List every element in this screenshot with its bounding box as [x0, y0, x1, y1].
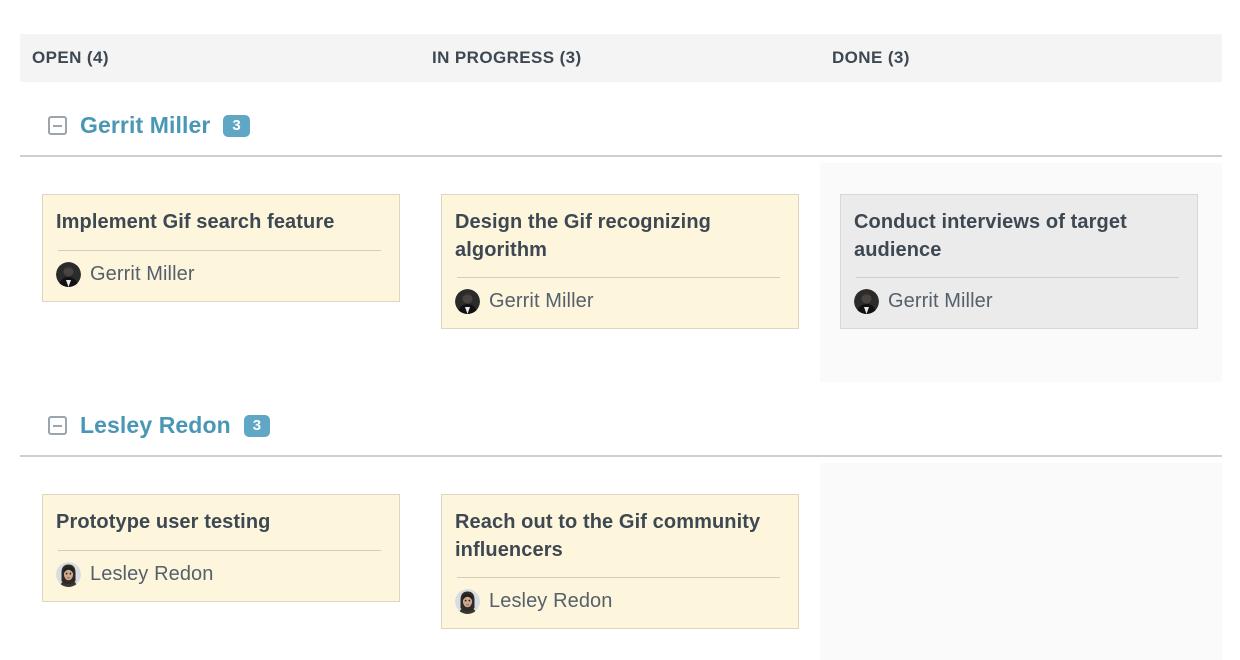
gerrit-miller-avatar: [854, 289, 879, 315]
task-card-assignee-name: Lesley Redon: [90, 562, 214, 585]
minus-square-icon[interactable]: [48, 116, 67, 135]
column-header-row: OPEN (4) IN PROGRESS (3) DONE (3): [20, 34, 1222, 82]
swimlane-header-lesley-redon[interactable]: Lesley Redon 3: [48, 412, 271, 439]
task-card-title: Reach out to the Gif community influence…: [455, 511, 761, 561]
task-card-divider: [58, 249, 381, 251]
task-card-divider: [58, 549, 381, 551]
task-card-assignee[interactable]: Lesley Redon: [455, 589, 782, 615]
task-card-assignee-name: Gerrit Miller: [90, 262, 195, 285]
gerrit-miller-avatar: [56, 261, 81, 287]
column-header-in-progress[interactable]: IN PROGRESS (3): [420, 34, 820, 82]
task-card-assignee[interactable]: Gerrit Miller: [56, 261, 383, 287]
task-card[interactable]: Prototype user testing Lesley Redon: [42, 494, 400, 602]
column-header-open-label: OPEN (4): [32, 48, 109, 67]
minus-square-icon[interactable]: [48, 416, 67, 435]
task-card-title: Conduct interviews of target audience: [854, 211, 1127, 261]
task-card-assignee[interactable]: Gerrit Miller: [854, 289, 1181, 315]
task-card-assignee-name: Lesley Redon: [489, 590, 613, 613]
task-card-assignee[interactable]: Lesley Redon: [56, 561, 383, 587]
task-card-divider: [457, 277, 780, 279]
lesley-redon-avatar: [56, 561, 81, 587]
swimlane-divider-2: [20, 455, 1222, 457]
swimlane-header-gerrit-miller[interactable]: Gerrit Miller 3: [48, 112, 250, 139]
task-card-title: Prototype user testing: [56, 511, 271, 533]
task-card-assignee[interactable]: Gerrit Miller: [455, 289, 782, 315]
task-card-divider: [856, 277, 1179, 279]
task-card[interactable]: Implement Gif search feature Gerrit Mill…: [42, 194, 400, 302]
swimlane-divider-1: [20, 155, 1222, 157]
task-card[interactable]: Design the Gif recognizing algorithm Ger…: [441, 194, 799, 330]
lesley-redon-avatar: [455, 589, 480, 615]
task-card[interactable]: Conduct interviews of target audience Ge…: [840, 194, 1198, 330]
column-header-done-label: DONE (3): [832, 48, 910, 67]
task-card-assignee-name: Gerrit Miller: [489, 290, 594, 313]
swimlane-count-badge: 3: [243, 414, 271, 437]
swimlane-name: Lesley Redon: [80, 412, 231, 438]
task-card[interactable]: Reach out to the Gif community influence…: [441, 494, 799, 630]
gerrit-miller-avatar: [455, 289, 480, 315]
task-card-title: Design the Gif recognizing algorithm: [455, 211, 711, 261]
column-header-in-progress-label: IN PROGRESS (3): [432, 48, 582, 67]
column-header-open[interactable]: OPEN (4): [20, 34, 420, 82]
task-card-title: Implement Gif search feature: [56, 211, 335, 233]
kanban-board: OPEN (4) IN PROGRESS (3) DONE (3) Gerrit…: [0, 0, 1240, 660]
column-header-done[interactable]: DONE (3): [820, 34, 1222, 82]
task-card-divider: [457, 577, 780, 579]
swimlane-name: Gerrit Miller: [80, 112, 211, 138]
done-column-background-lane-2: [820, 463, 1222, 660]
swimlane-count-badge: 3: [223, 114, 250, 137]
task-card-assignee-name: Gerrit Miller: [888, 290, 993, 313]
